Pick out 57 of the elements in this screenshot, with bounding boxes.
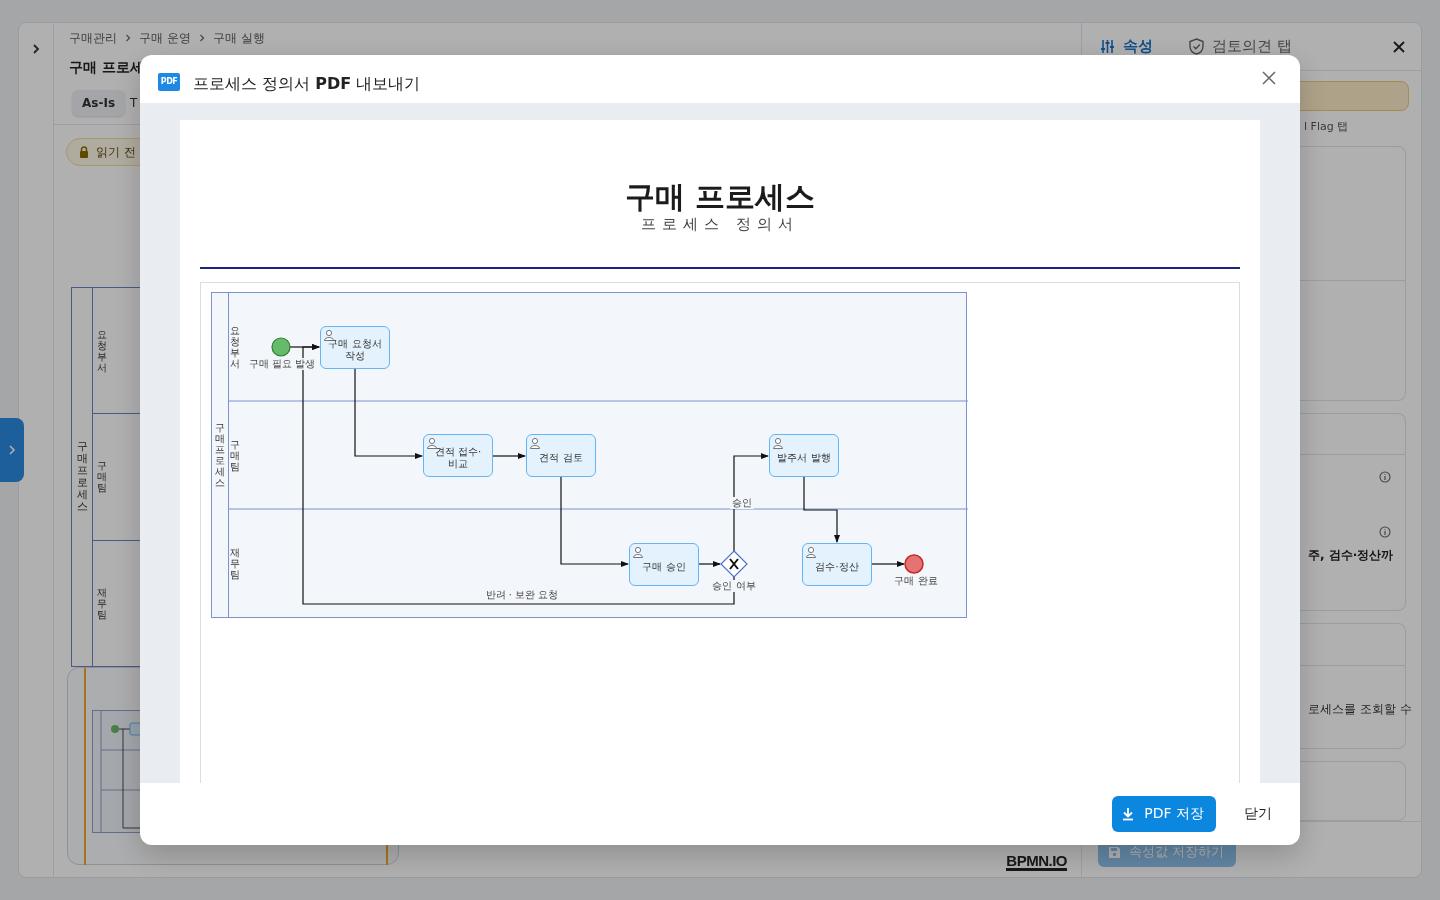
close-icon[interactable] <box>1393 40 1405 53</box>
lock-icon <box>79 146 89 158</box>
task-node: 견적 접수·비교 <box>423 434 493 477</box>
panel-tab[interactable]: 검토의견 탭 <box>1189 37 1292 56</box>
save-icon <box>1108 845 1121 859</box>
bpmn-logo[interactable]: BPMN.IO <box>1006 853 1067 871</box>
lane-label: 요청 부서 <box>97 328 107 373</box>
exclusive-gateway <box>720 550 748 578</box>
view-tab[interactable]: As-Is <box>72 90 126 116</box>
start-event <box>271 337 291 357</box>
chevron-right-icon <box>198 34 205 42</box>
lane-label: 구매팀 <box>97 460 107 494</box>
pool-label: 구매 프로세스 <box>215 422 225 488</box>
pdf-file-icon: PDF <box>158 72 180 91</box>
document-subtitle: 프로세스 정의서 <box>641 215 799 234</box>
close-button[interactable]: 닫기 <box>1244 796 1272 832</box>
lane-label: 재무팀 <box>97 586 107 620</box>
close-icon[interactable] <box>1262 70 1276 85</box>
document-title: 구매 프로세스 <box>624 182 816 212</box>
pool-label: 구매프로세스 <box>76 440 88 514</box>
chevron-right-icon <box>8 444 16 456</box>
user-icon <box>632 546 644 558</box>
task-node: 발주서 발행 <box>769 434 839 477</box>
shield-check-icon <box>1189 38 1204 55</box>
description-text: 주, 검수·정산까 <box>1308 547 1394 564</box>
panel-tab[interactable]: 속성 <box>1100 37 1153 56</box>
task-node: 견적 검토 <box>526 434 596 477</box>
task-node: 검수·정산 <box>802 543 872 586</box>
event-label: 구매 완료 <box>892 575 940 587</box>
breadcrumb-link[interactable]: 구매관리 <box>69 29 117 47</box>
lane-label: 요청 부서 <box>230 325 240 369</box>
dialog-title: 프로세스 정의서 PDF 내보내기 <box>193 73 421 95</box>
info-icon[interactable] <box>1379 471 1391 483</box>
end-event <box>904 554 924 574</box>
scope-text: 로세스를 조회할 수 <box>1308 701 1412 718</box>
chevron-right-icon[interactable] <box>31 43 41 55</box>
info-icon[interactable] <box>1379 526 1391 538</box>
user-icon <box>426 437 438 449</box>
flow-label: 승인 <box>730 497 754 509</box>
user-icon <box>323 329 335 341</box>
event-label: 승인 여부 <box>710 580 758 592</box>
task-node: 구매 승인 <box>629 543 699 586</box>
user-icon <box>529 437 541 449</box>
breadcrumb-link[interactable]: 구매 운영 <box>139 29 191 47</box>
breadcrumb-link[interactable]: 구매 실행 <box>212 29 265 47</box>
task-node: 구매 요청서 작성 <box>320 326 390 369</box>
user-icon <box>805 546 817 558</box>
sequence-flow <box>871 561 905 567</box>
download-icon <box>1122 807 1135 821</box>
lane-label: 구매팀 <box>230 438 240 472</box>
chevron-right-icon <box>125 34 131 42</box>
view-tab[interactable]: T <box>130 90 138 116</box>
save-pdf-button[interactable]: PDF 저장 <box>1112 796 1216 832</box>
lane-label: 재무팀 <box>230 546 240 580</box>
sequence-flow <box>803 476 840 543</box>
user-icon <box>772 437 784 449</box>
sliders-icon <box>1100 39 1115 54</box>
